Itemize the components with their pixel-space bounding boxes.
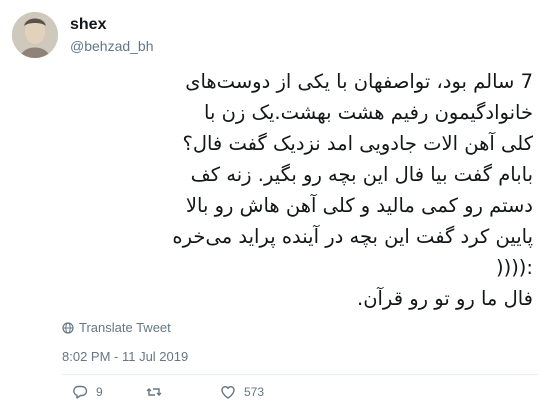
reply-button[interactable]: 9 — [72, 384, 103, 400]
tweet-line: خانوادگیمون رفیم هشت بهشت.یک زن با — [204, 101, 533, 124]
tweet-line: 7 سالم بود، تواصفهان با یکی از دوست‌های — [185, 70, 533, 93]
globe-icon — [62, 321, 74, 334]
divider — [62, 374, 538, 375]
tweet-line: :(((( — [495, 256, 533, 279]
reply-count: 9 — [96, 385, 103, 399]
avatar[interactable] — [12, 12, 58, 58]
like-count: 573 — [244, 385, 265, 399]
translate-tweet-link[interactable]: Translate Tweet — [62, 320, 171, 335]
display-name[interactable]: shex — [70, 16, 106, 34]
tweet-actions: 9 573 — [62, 384, 362, 406]
translate-label: Translate Tweet — [79, 320, 171, 335]
tweet-text: 7 سالم بود، تواصفهان با یکی از دوست‌های … — [28, 66, 533, 314]
heart-icon — [221, 386, 235, 399]
retweet-icon — [146, 388, 162, 396]
user-handle[interactable]: @behzad_bh — [70, 38, 154, 54]
retweet-button[interactable] — [146, 384, 170, 400]
tweet-line: بابام گفت بیا فال این بچه رو بگیر. زنه ک… — [190, 163, 533, 186]
tweet-line: کلی آهن الات جادویی امد نزدیک گفت فال؟ — [182, 132, 533, 155]
reply-icon — [73, 385, 88, 399]
tweet-line: دستم رو کمی مالید و کلی آهن هاش رو بالا — [185, 194, 533, 217]
like-button[interactable]: 573 — [220, 384, 264, 400]
tweet-timestamp[interactable]: 8:02 PM - 11 Jul 2019 — [62, 349, 188, 364]
tweet-line: پایین کرد گفت این بچه در آینده پراید می‌… — [172, 225, 533, 248]
tweet-line: فال ما رو تو رو قرآن. — [357, 287, 533, 310]
tweet-header: shex @behzad_bh — [12, 8, 532, 58]
